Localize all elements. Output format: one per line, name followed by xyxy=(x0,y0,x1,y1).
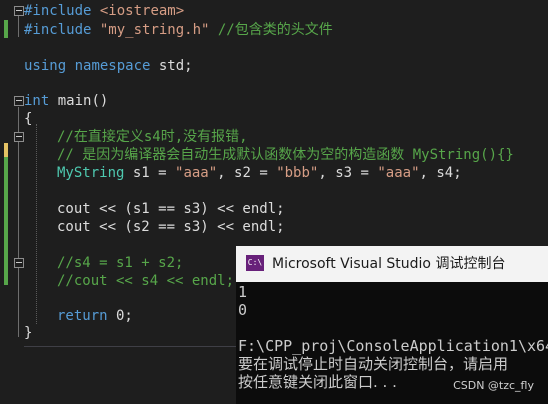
console-output-line: 要在调试停止时自动关闭控制台，请启用 xyxy=(238,355,509,373)
code-token: , s3 = xyxy=(318,165,378,181)
code-line[interactable]: MyString s1 = "aaa", s2 = "bbb", s3 = "a… xyxy=(0,163,548,183)
string-literal: "bbb" xyxy=(276,165,319,181)
code-line[interactable]: cout << (s2 == s3) << endl; xyxy=(0,217,548,237)
code-line[interactable]: int main() xyxy=(0,91,548,111)
code-line[interactable]: #include "my_string.h" //包含类的头文件 xyxy=(0,20,548,40)
code-token: , s4; xyxy=(419,165,462,181)
code-token: s1 = xyxy=(124,165,176,181)
fold-collapse-icon[interactable] xyxy=(14,132,24,142)
directive: #include xyxy=(24,3,92,19)
console-output-line: 0 xyxy=(238,301,248,319)
keyword: return xyxy=(57,308,108,324)
comment: //在直接定义s4时,没有报错, xyxy=(57,129,248,145)
type-name: MyString xyxy=(57,165,125,181)
code-line[interactable]: cout << (s1 == s3) << endl; xyxy=(0,199,548,219)
keyword: int xyxy=(24,93,50,109)
comment: //s4 = s1 + s2; xyxy=(57,255,184,271)
fold-collapse-icon[interactable] xyxy=(14,6,24,16)
directive: #include xyxy=(24,22,92,38)
console-title: Microsoft Visual Studio 调试控制台 xyxy=(272,256,506,272)
console-output-line: 1 xyxy=(238,283,248,301)
fold-collapse-icon[interactable] xyxy=(14,96,24,106)
keyword: namespace xyxy=(66,58,151,74)
code-line[interactable]: { xyxy=(0,109,548,129)
debug-console-window[interactable]: C:\ Microsoft Visual Studio 调试控制台 1 0 F:… xyxy=(236,246,548,404)
code-line[interactable]: using namespace std; xyxy=(0,56,548,76)
console-title-bar[interactable]: C:\ Microsoft Visual Studio 调试控制台 xyxy=(236,246,548,282)
code-token: , s2 = xyxy=(217,165,277,181)
string-literal: "aaa" xyxy=(175,165,218,181)
code-token: 0; xyxy=(107,308,133,324)
code-token: cout << (s2 == s3) << endl; xyxy=(57,219,285,235)
comment: // 是因为编译器会自动生成默认函数体为空的构造函数 MyString(){} xyxy=(57,147,514,163)
code-line[interactable]: //在直接定义s4时,没有报错, xyxy=(0,127,548,147)
string-literal: "aaa" xyxy=(377,165,420,181)
code-token: { xyxy=(24,111,33,127)
watermark: CSDN @tzc_fly xyxy=(453,379,534,392)
fold-collapse-icon[interactable] xyxy=(14,258,24,268)
code-line[interactable]: #include <iostream> xyxy=(0,1,548,21)
comment: //cout << s4 << endl; xyxy=(57,273,235,289)
console-app-icon: C:\ xyxy=(246,255,264,271)
keyword: using xyxy=(24,58,67,74)
code-token: } xyxy=(24,325,33,341)
comment: //包含类的头文件 xyxy=(209,22,333,38)
editor-separator xyxy=(24,346,236,347)
code-token: main() xyxy=(49,93,109,109)
include-target: "my_string.h" xyxy=(91,22,210,38)
include-target: <iostream> xyxy=(91,3,185,19)
code-line[interactable]: // 是因为编译器会自动生成默认函数体为空的构造函数 MyString(){} xyxy=(0,145,548,165)
code-token: cout << (s1 == s3) << endl; xyxy=(57,201,285,217)
console-output[interactable]: 1 0 F:\CPP_proj\ConsoleApplication1\x64 … xyxy=(238,283,548,391)
console-output-line: F:\CPP_proj\ConsoleApplication1\x64 xyxy=(238,337,548,355)
code-token: std; xyxy=(150,58,193,74)
